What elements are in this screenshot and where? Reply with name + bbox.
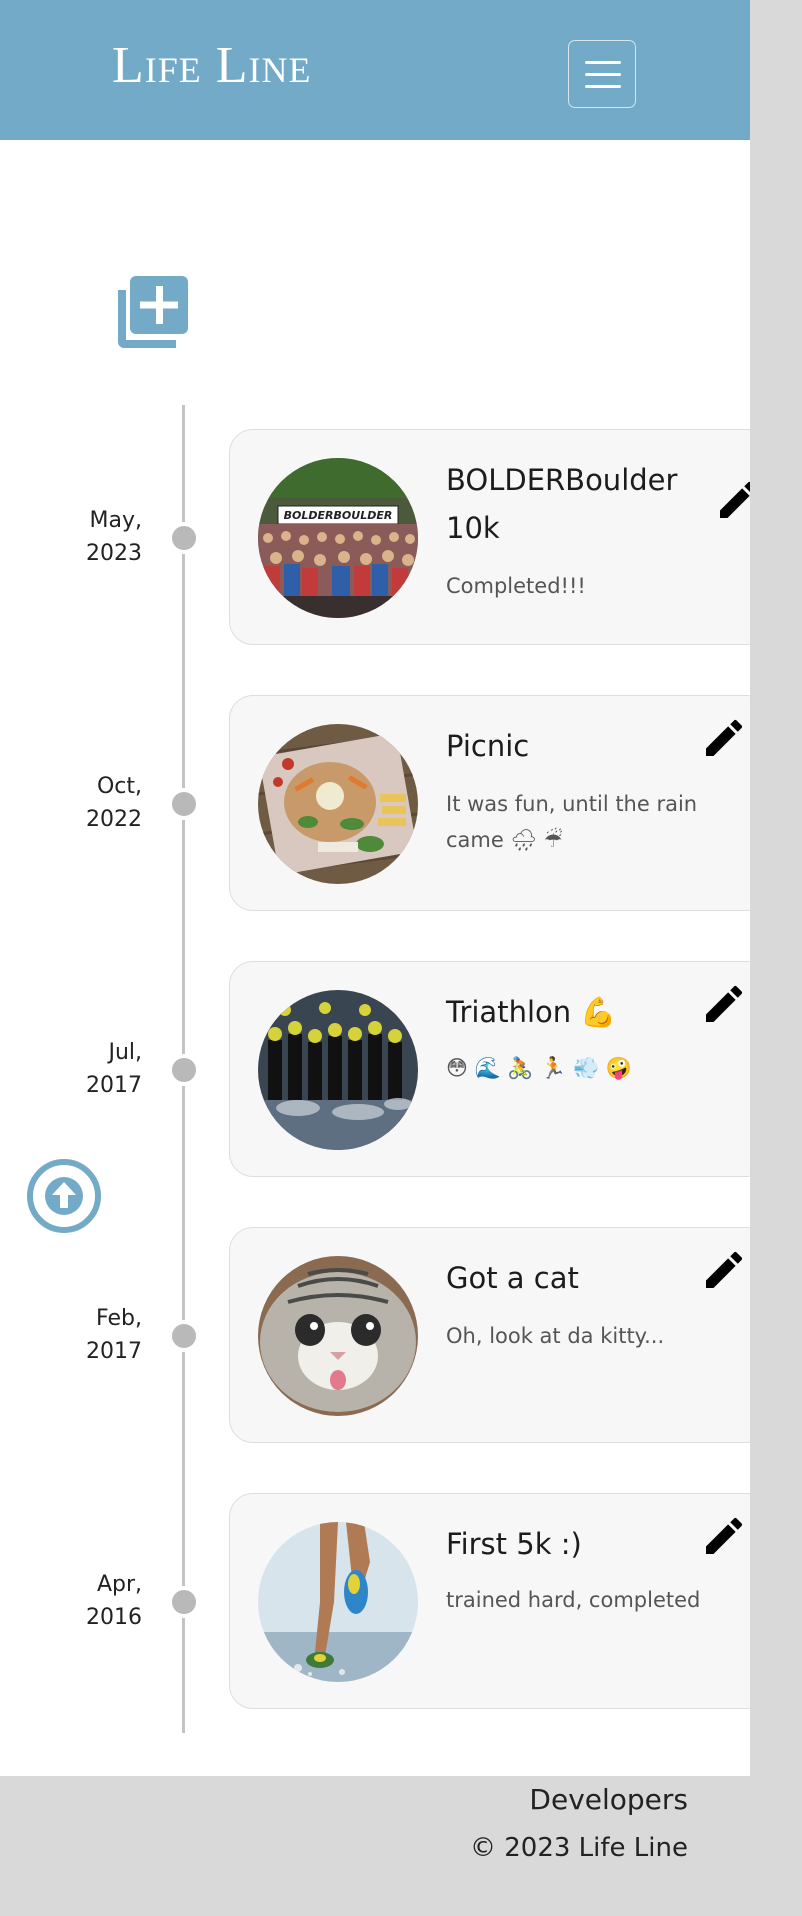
pencil-icon[interactable] xyxy=(700,980,748,1028)
entry-description: It was fun, until the rain came 🌧 ☔ xyxy=(446,792,698,852)
entry-title: Got a cat xyxy=(446,1261,579,1295)
entry-year: 2016 xyxy=(86,1605,142,1630)
hamburger-icon-bar xyxy=(585,85,621,88)
entry-description: Oh, look at da kitty... xyxy=(446,1324,665,1348)
entry-date: Oct, 2022 xyxy=(60,770,142,836)
entry-date: May, 2023 xyxy=(60,504,142,570)
entry-title: Picnic xyxy=(446,729,530,763)
footer: Developers © 2023 Life Line xyxy=(0,1776,750,1916)
navbar: Life Line xyxy=(0,0,750,140)
timeline-dot xyxy=(168,522,200,554)
developers-link[interactable]: Developers xyxy=(529,1776,688,1824)
timeline-dot xyxy=(168,1054,200,1086)
pencil-icon[interactable] xyxy=(700,714,748,762)
menu-toggle-button[interactable] xyxy=(568,40,636,108)
timeline-dot xyxy=(168,1586,200,1618)
svg-text:BOLDERBOULDER: BOLDERBOULDER xyxy=(284,509,393,522)
entry-description: 😳 🌊 🚴 🏃 💨 🤪 xyxy=(446,1056,633,1080)
timeline-card[interactable]: Got a cat Oh, look at da kitty... xyxy=(229,1227,771,1443)
entry-date: Feb, 2017 xyxy=(60,1302,142,1368)
brand-word-second: Line xyxy=(215,37,312,94)
add-to-collection-icon xyxy=(118,276,188,348)
pencil-icon[interactable] xyxy=(700,1246,748,1294)
entry-year: 2022 xyxy=(86,807,142,832)
entry-title: Triathlon 💪 xyxy=(446,995,617,1029)
picnic-food-photo xyxy=(258,724,418,884)
entry-month: May, xyxy=(89,508,142,533)
timeline-card[interactable]: BOLDERBOULDER BOLDERBoulder 10k Complete… xyxy=(229,429,771,645)
entry-year: 2023 xyxy=(86,541,142,566)
timeline-dot xyxy=(168,788,200,820)
entry-title: First 5k :) xyxy=(446,1527,582,1561)
scrollbar-track[interactable] xyxy=(750,0,802,1916)
triathlon-swimmers-photo xyxy=(258,990,418,1150)
entry-date: Jul, 2017 xyxy=(60,1036,142,1102)
add-entry-button[interactable] xyxy=(112,272,192,352)
pencil-icon[interactable] xyxy=(700,1512,748,1560)
entry-year: 2017 xyxy=(86,1073,142,1098)
arrow-up-circle-icon xyxy=(27,1159,101,1233)
brand-word-first: Life xyxy=(112,37,202,94)
runner-legs-photo xyxy=(258,1522,418,1682)
entry-date: Apr, 2016 xyxy=(60,1568,142,1634)
entry-year: 2017 xyxy=(86,1339,142,1364)
entry-description: Completed!!! xyxy=(446,574,586,598)
copyright-text: © 2023 Life Line xyxy=(469,1833,688,1863)
timeline-dot xyxy=(168,1320,200,1352)
page: Life Line May, 2023 BOLDERBOULDER BOLDER… xyxy=(0,0,771,1916)
timeline-card[interactable]: First 5k :) trained hard, completed xyxy=(229,1493,771,1709)
brand-logo[interactable]: Life Line xyxy=(112,40,312,92)
entry-month: Feb, xyxy=(96,1306,142,1331)
crowd-race-photo: BOLDERBOULDER xyxy=(258,458,418,618)
entry-title: BOLDERBoulder 10k xyxy=(446,463,678,545)
kitten-photo xyxy=(258,1256,418,1416)
entry-description: trained hard, completed xyxy=(446,1588,701,1612)
timeline-card[interactable]: Triathlon 💪 😳 🌊 🚴 🏃 💨 🤪 xyxy=(229,961,771,1177)
hamburger-icon xyxy=(585,61,621,64)
timeline-card[interactable]: Picnic It was fun, until the rain came 🌧… xyxy=(229,695,771,911)
entry-month: Apr, xyxy=(96,1572,142,1597)
hamburger-icon-bar xyxy=(585,73,621,76)
entry-month: Jul, xyxy=(108,1040,142,1065)
scroll-to-top-button[interactable] xyxy=(26,1158,102,1234)
entry-month: Oct, xyxy=(96,774,142,799)
